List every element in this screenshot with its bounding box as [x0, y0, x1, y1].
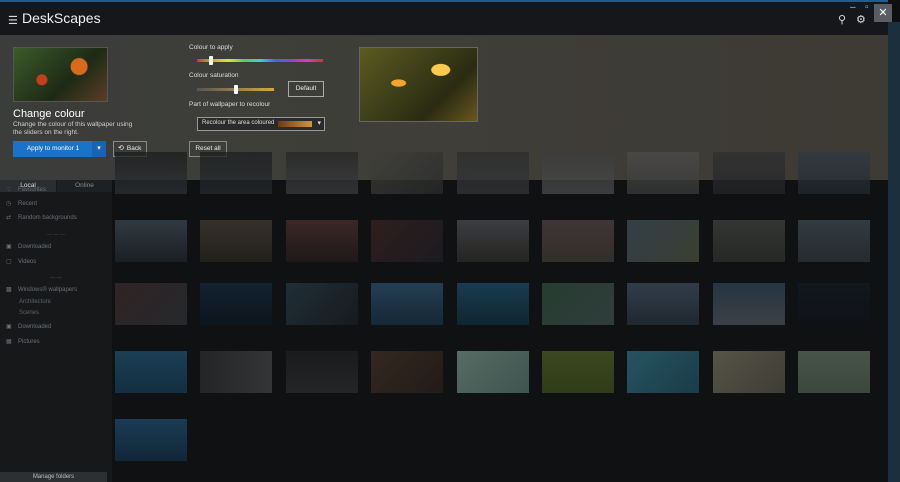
select-value: Recolour the area coloured — [202, 120, 275, 126]
wallpaper-tile[interactable] — [457, 351, 529, 393]
hue-slider-thumb[interactable] — [208, 56, 213, 65]
window-edge — [888, 22, 900, 482]
sidebar-subitem-scenes[interactable]: Scenes — [19, 310, 39, 316]
recolour-area-select[interactable]: Recolour the area coloured ▾ — [197, 117, 325, 131]
shuffle-icon: ⇄ — [6, 215, 12, 221]
app-title: DeskScapes — [22, 10, 101, 26]
wallpaper-tile[interactable] — [200, 283, 272, 325]
colour-to-apply-label: Colour to apply — [189, 44, 233, 51]
sidebar: Local Online ♡ Favourites ◷ Recent ⇄ Random… — [0, 180, 112, 482]
wallpaper-tile[interactable] — [542, 220, 614, 262]
sidebar-item-label: Recent — [18, 201, 38, 207]
windows-icon: ▩ — [6, 287, 12, 293]
sidebar-item-videos[interactable]: ▢ Videos — [6, 258, 36, 265]
wallpaper-tile[interactable] — [286, 220, 358, 262]
video-icon: ▢ — [6, 259, 12, 265]
sidebar-separator: — — — — [47, 232, 65, 238]
heart-icon: ♡ — [6, 187, 12, 193]
wallpaper-tile[interactable] — [200, 152, 272, 194]
wallpaper-tile[interactable] — [286, 351, 358, 393]
wallpaper-tile[interactable] — [798, 351, 870, 393]
sidebar-item-label: Downloaded — [18, 244, 52, 250]
wallpaper-thumbnail — [13, 47, 108, 102]
colour-saturation-label: Colour saturation — [189, 72, 239, 79]
wallpaper-tile[interactable] — [286, 152, 358, 194]
sidebar-item-label: Videos — [18, 259, 37, 265]
wallpaper-tile[interactable] — [542, 351, 614, 393]
wallpaper-tile[interactable] — [371, 220, 443, 262]
sidebar-item-label: Favourites — [18, 187, 47, 193]
chevron-down-icon: ▾ — [317, 120, 321, 127]
wallpaper-tile[interactable] — [627, 152, 699, 194]
hamburger-menu-icon[interactable]: ☰ — [8, 14, 18, 27]
sidebar-item-recent[interactable]: ◷ Recent — [6, 200, 37, 207]
maximize-button[interactable]: ▫ — [865, 2, 869, 13]
wallpaper-tile[interactable] — [627, 220, 699, 262]
sidebar-item-favourites[interactable]: ♡ Favourites — [6, 186, 46, 193]
sidebar-item-label: Pictures — [18, 339, 40, 345]
wallpaper-tile[interactable] — [457, 220, 529, 262]
folder-icon: ▣ — [6, 324, 12, 330]
wallpaper-tile[interactable] — [627, 351, 699, 393]
wallpaper-tile[interactable] — [713, 220, 785, 262]
wallpaper-tile[interactable] — [713, 283, 785, 325]
panel-heading: Change colour — [13, 108, 85, 120]
wallpaper-tile[interactable] — [713, 152, 785, 194]
clock-icon: ◷ — [6, 201, 12, 207]
wallpaper-grid — [112, 152, 888, 482]
hue-slider[interactable] — [197, 59, 323, 62]
panel-description: Change the colour of this wallpaper usin… — [13, 121, 133, 136]
sidebar-item-downloaded-2[interactable]: ▣ Downloaded — [6, 323, 51, 330]
wallpaper-tile[interactable] — [115, 283, 187, 325]
sidebar-item-windows-wallpapers[interactable]: ▩ Windows® wallpapers — [6, 286, 77, 293]
chevron-down-icon: ▾ — [97, 145, 101, 152]
sidebar-item-random[interactable]: ⇄ Random backgrounds — [6, 214, 77, 221]
wallpaper-tile[interactable] — [457, 152, 529, 194]
wallpaper-tile[interactable] — [115, 220, 187, 262]
wallpaper-tile[interactable] — [798, 220, 870, 262]
wallpaper-tile[interactable] — [286, 283, 358, 325]
back-button-label: Back — [126, 145, 142, 152]
back-arrow-icon: ⟲ — [118, 145, 124, 152]
sidebar-item-pictures[interactable]: ▦ Pictures — [6, 338, 40, 345]
title-bar: ☰ DeskScapes ⚲ ⚙ ? — [0, 0, 888, 35]
manage-folders-button[interactable]: Manage folders — [0, 472, 107, 482]
wallpaper-tile[interactable] — [115, 152, 187, 194]
window-controls: – ▫ ✕ — [840, 0, 900, 22]
wallpaper-tile[interactable] — [457, 283, 529, 325]
close-button[interactable]: ✕ — [874, 4, 892, 22]
wallpaper-tile[interactable] — [371, 283, 443, 325]
minimize-button[interactable]: – — [850, 2, 856, 13]
wallpaper-tile[interactable] — [200, 351, 272, 393]
wallpaper-tile[interactable] — [200, 220, 272, 262]
sidebar-item-label: Windows® wallpapers — [18, 287, 78, 293]
apply-to-monitor-button[interactable]: Apply to monitor 1 — [13, 141, 93, 157]
picture-icon: ▦ — [6, 339, 12, 345]
sidebar-item-downloaded[interactable]: ▣ Downloaded — [6, 243, 51, 250]
sidebar-separator: — — — [50, 275, 62, 281]
wallpaper-tile[interactable] — [542, 283, 614, 325]
wallpaper-tile[interactable] — [713, 351, 785, 393]
saturation-slider-thumb[interactable] — [233, 85, 238, 94]
sidebar-item-label: Random backgrounds — [18, 215, 77, 221]
wallpaper-tile[interactable] — [798, 152, 870, 194]
wallpaper-tile[interactable] — [798, 283, 870, 325]
wallpaper-tile[interactable] — [115, 419, 187, 461]
colour-swatch — [278, 121, 312, 127]
part-of-wallpaper-label: Part of wallpaper to recolour — [189, 101, 271, 108]
wallpaper-tile[interactable] — [115, 351, 187, 393]
recoloured-preview — [359, 47, 478, 122]
sidebar-subitem-architecture[interactable]: Architecture — [19, 299, 51, 305]
wallpaper-tile[interactable] — [371, 351, 443, 393]
wallpaper-tile[interactable] — [627, 283, 699, 325]
wallpaper-tile[interactable] — [542, 152, 614, 194]
tab-online[interactable]: Online — [57, 180, 112, 192]
sidebar-item-label: Downloaded — [18, 324, 52, 330]
wallpaper-tile[interactable] — [371, 152, 443, 194]
folder-icon: ▣ — [6, 244, 12, 250]
default-button[interactable]: Default — [288, 81, 324, 97]
apply-dropdown-button[interactable]: ▾ — [92, 141, 106, 157]
